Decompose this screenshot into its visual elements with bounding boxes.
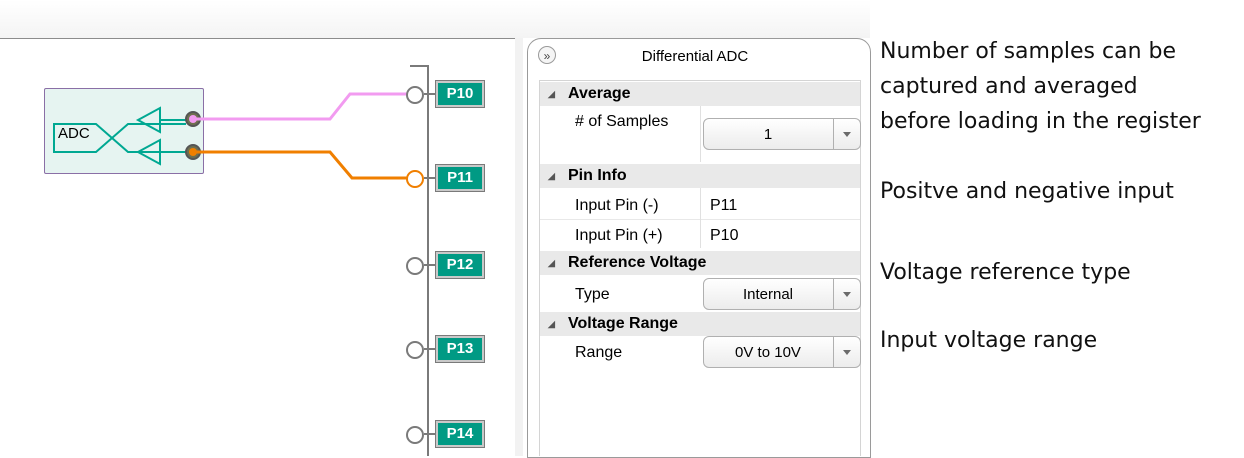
column-divider: [700, 106, 701, 162]
pin-label-p10[interactable]: P10: [435, 80, 485, 108]
wire-endpoint-positive: [189, 115, 197, 123]
reference-type-dropdown[interactable]: Internal: [703, 278, 861, 310]
property-name-samples: # of Samples: [575, 113, 669, 130]
pin-label-p12[interactable]: P12: [435, 251, 485, 279]
voltage-range-dropdown[interactable]: 0V to 10V: [703, 336, 861, 368]
chevron-down-icon[interactable]: [833, 337, 860, 367]
chevron-down-icon[interactable]: [833, 119, 860, 149]
property-value-input-pin-neg[interactable]: P11: [710, 196, 737, 215]
reference-type-value: Internal: [742, 285, 794, 303]
pin-label-p11[interactable]: P11: [435, 164, 485, 192]
column-divider: [700, 188, 701, 248]
collapse-triangle-icon[interactable]: ◢: [548, 251, 555, 275]
pin-stub-p14: [424, 433, 436, 435]
annotation-pins: Positve and negative input: [880, 179, 1174, 204]
comparator-upper-icon: [135, 106, 161, 134]
group-label: Average: [568, 85, 631, 102]
chevron-down-icon[interactable]: [833, 279, 860, 309]
adc-block-label: ADC: [58, 125, 90, 142]
property-name-input-pin-pos: Input Pin (+): [575, 227, 663, 244]
pin-stub-p11: [424, 177, 436, 179]
collapse-triangle-icon[interactable]: ◢: [548, 312, 555, 336]
pin-connector-p14[interactable]: [406, 426, 424, 444]
pin-connector-p11[interactable]: [406, 170, 424, 188]
pin-connector-p12[interactable]: [406, 257, 424, 275]
property-name-range: Range: [575, 344, 623, 361]
collapse-triangle-icon[interactable]: ◢: [548, 82, 555, 106]
pin-connector-p10[interactable]: [406, 86, 424, 104]
property-value-input-pin-pos[interactable]: P10: [710, 226, 738, 245]
samples-dropdown[interactable]: 1: [703, 118, 861, 150]
pin-stub-p10: [424, 93, 436, 95]
group-average[interactable]: ◢ Average: [540, 82, 860, 106]
wire-endpoint-negative: [189, 148, 197, 156]
pin-stub-p12: [424, 264, 436, 266]
voltage-range-value: 0V to 10V: [735, 343, 801, 361]
panel-title: Differential ADC: [641, 48, 749, 65]
group-voltage-range[interactable]: ◢ Voltage Range: [540, 312, 860, 336]
annotation-samples-line3: before loading in the register: [880, 109, 1201, 134]
adc-symbol-graphics: [53, 92, 412, 180]
group-label: Pin Info: [568, 167, 627, 184]
annotation-samples-line1: Number of samples can be: [880, 39, 1177, 64]
annotation-reference: Voltage reference type: [880, 260, 1131, 285]
group-label: Reference Voltage: [568, 254, 707, 271]
samples-value: 1: [763, 125, 773, 143]
pin-stub-p13: [424, 348, 436, 350]
collapse-triangle-icon[interactable]: ◢: [548, 164, 555, 188]
group-reference-voltage[interactable]: ◢ Reference Voltage: [540, 251, 860, 275]
wire-negative: [193, 150, 412, 180]
annotation-samples-line2: captured and averaged: [880, 74, 1138, 99]
pin-label-p13[interactable]: P13: [435, 335, 485, 363]
pin-label-p14[interactable]: P14: [435, 420, 485, 448]
annotation-range: Input voltage range: [880, 328, 1098, 353]
group-label: Voltage Range: [568, 315, 678, 332]
wire-positive: [193, 92, 412, 121]
group-pin-info[interactable]: ◢ Pin Info: [540, 164, 860, 188]
property-name-input-pin-neg: Input Pin (-): [575, 197, 659, 214]
collapse-panel-icon[interactable]: »: [538, 46, 556, 64]
pin-connector-p13[interactable]: [406, 341, 424, 359]
property-name-type: Type: [575, 286, 610, 303]
